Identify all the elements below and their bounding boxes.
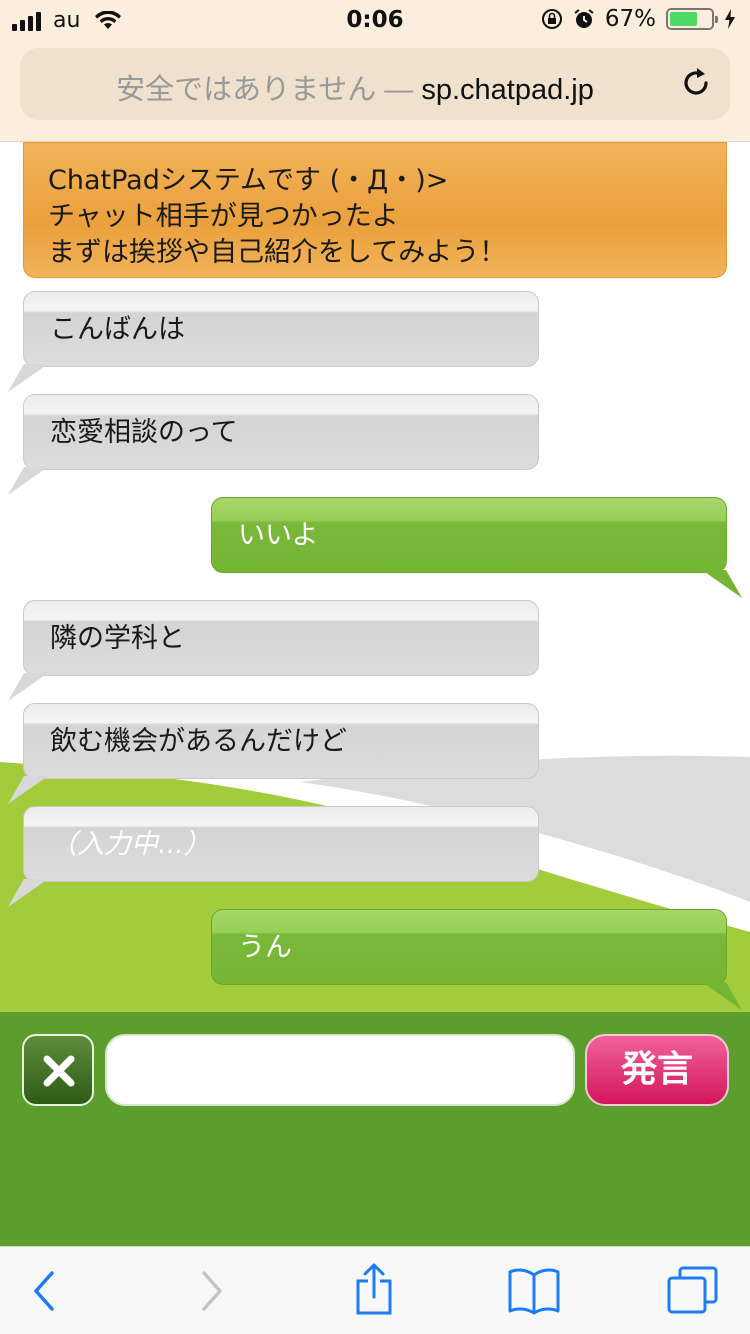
url-host: sp.chatpad.jp: [421, 74, 594, 106]
browser-address-area: 安全ではありません — sp.chatpad.jp: [0, 40, 750, 142]
send-button[interactable]: 発言: [585, 1034, 729, 1106]
bubble-tail: [8, 364, 48, 392]
reload-icon[interactable]: [678, 65, 714, 101]
browser-toolbar: [0, 1246, 750, 1334]
battery-percent: 67%: [604, 6, 656, 32]
bubble-tail: [8, 467, 48, 495]
url-security-warning: 安全ではありません —: [116, 74, 422, 106]
bookmarks-icon[interactable]: [508, 1267, 560, 1315]
system-message-line: まずは挨拶や自己紹介をしてみよう！: [48, 237, 507, 268]
own-message-bubble: うん: [211, 909, 727, 985]
partner-message-bubble: 隣の学科と: [23, 600, 539, 676]
share-icon[interactable]: [354, 1263, 394, 1315]
back-icon[interactable]: [30, 1269, 60, 1313]
bubble-tail: [8, 879, 48, 907]
typing-indicator-bubble: （入力中...）: [23, 806, 539, 882]
clear-button[interactable]: [22, 1034, 94, 1106]
status-bar: au 0:06 67%: [0, 0, 750, 40]
system-message-line: チャット相手が見つかったよ: [48, 201, 399, 232]
url-text[interactable]: 安全ではありません — sp.chatpad.jp: [20, 66, 690, 108]
message-input-bar: 発言: [0, 1012, 750, 1246]
own-message-bubble: いいよ: [211, 497, 727, 573]
chat-area[interactable]: ChatPadシステムです (・Д・)> チャット相手が見つかったよ まずは挨拶…: [0, 142, 750, 1012]
partner-message-bubble: 飲む機会があるんだけど: [23, 703, 539, 779]
bubble-tail: [702, 570, 742, 598]
partner-message-bubble: 恋愛相談のって: [23, 394, 539, 470]
partner-message-bubble: こんばんは: [23, 291, 539, 367]
forward-icon[interactable]: [196, 1269, 226, 1313]
clear-icon: [43, 1055, 75, 1087]
status-right: 67%: [541, 6, 736, 32]
message-input[interactable]: [105, 1034, 575, 1106]
tabs-icon[interactable]: [666, 1265, 720, 1315]
orientation-lock-icon: [541, 9, 562, 29]
bubble-tail: [8, 673, 48, 701]
bubble-tail: [8, 776, 48, 804]
bubble-tail: [702, 982, 742, 1010]
battery-icon: [666, 8, 718, 30]
system-message-line: ChatPadシステムです (・Д・)>: [48, 165, 449, 196]
battery-level-fill: [670, 12, 697, 26]
alarm-icon: [574, 9, 594, 28]
system-message: ChatPadシステムです (・Д・)> チャット相手が見つかったよ まずは挨拶…: [23, 142, 727, 278]
address-bar[interactable]: 安全ではありません — sp.chatpad.jp: [20, 48, 730, 120]
charging-icon: [725, 9, 735, 29]
